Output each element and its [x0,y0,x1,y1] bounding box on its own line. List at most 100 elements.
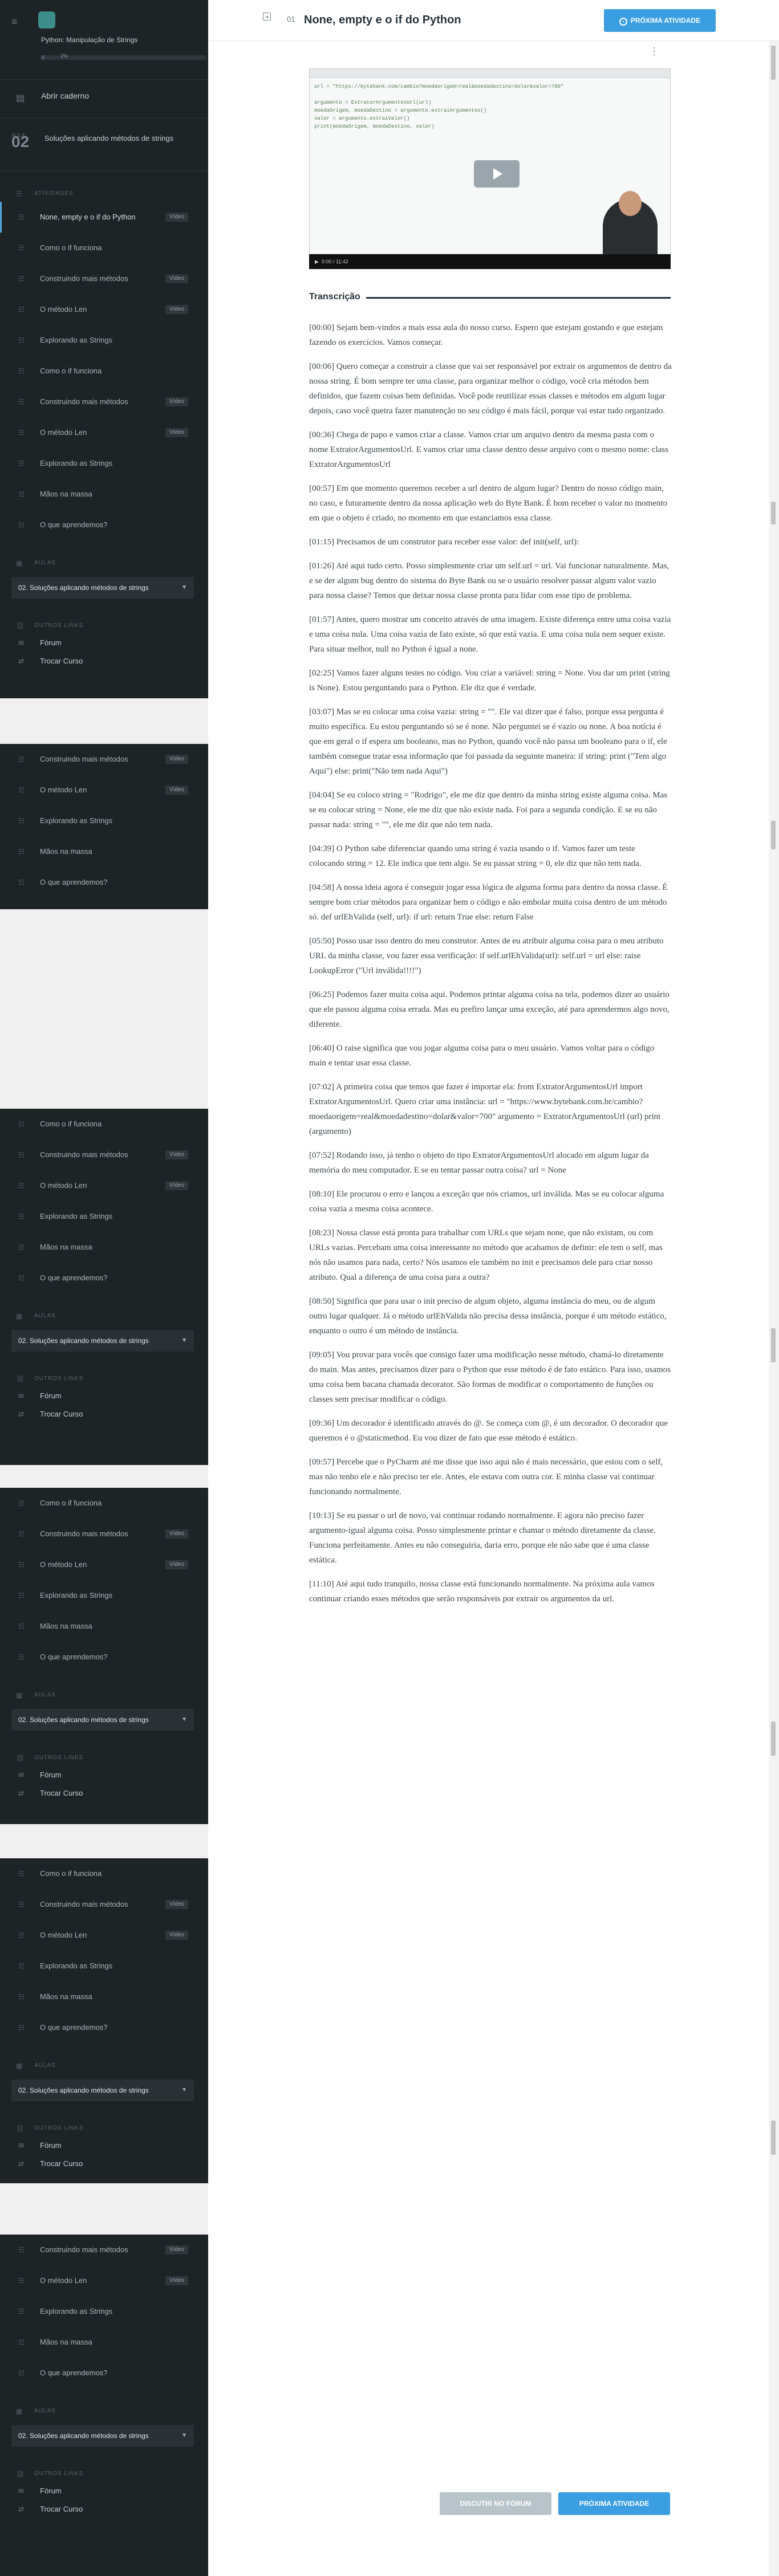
activity-item[interactable]: ☷ Explorando as Strings [0,805,208,836]
next-activity-button[interactable]: › PRÓXIMA ATIVIDADE [604,9,716,32]
activity-label: Construindo mais métodos [40,755,128,763]
activity-item[interactable]: ☷ None, empty e o if do Python Vídeo [0,202,208,233]
activity-item[interactable]: ☷ O método Len Vídeo [0,417,208,448]
switch-course-link[interactable]: ⇄ Trocar Curso [0,2155,208,2173]
transcript-paragraph: [00:36] Chega de papo e vamos criar a cl… [309,430,668,469]
activity-item[interactable]: ☷ Explorando as Strings [0,1951,208,1981]
transcript-paragraph: [04:04] Se eu coloco string = "Rodrigo",… [309,791,668,829]
activity-item[interactable]: ☷ Construindo mais métodos Vídeo [0,744,208,775]
activity-item[interactable]: ☷ O método Len Vídeo [0,2265,208,2296]
activity-icon: ☷ [18,1592,25,1600]
activity-item[interactable]: ☷ O que aprendemos? [0,1642,208,1672]
activity-item[interactable]: ☷ Mãos na massa [0,1981,208,2012]
activity-item[interactable]: ☷ O que aprendemos? [0,1263,208,1293]
activity-item[interactable]: ☷ Como o if funciona [0,1488,208,1519]
collapse-sidebar-icon[interactable]: ◂ [263,13,271,21]
other-links-heading-label: OUTROS LINKS [34,1376,84,1382]
forum-link[interactable]: ✉ Fórum [0,1387,208,1405]
activity-label: Mãos na massa [40,490,92,498]
activity-item[interactable]: ☷ O que aprendemos? [0,2358,208,2388]
activity-item[interactable]: ☷ Explorando as Strings [0,448,208,479]
other-links-heading: ⛓ OUTROS LINKS [0,2466,208,2482]
activity-item[interactable]: ☷ Mãos na massa [0,2327,208,2358]
scrollbar-thumb[interactable] [771,46,776,80]
lesson-select[interactable]: 02. Soluções aplicando métodos de string… [11,2425,194,2447]
more-options-icon[interactable]: ⋮ [649,46,659,58]
activity-item[interactable]: ☷ O método Len Vídeo [0,294,208,325]
activity-item[interactable]: ☷ Explorando as Strings [0,1201,208,1232]
activity-icon: ☷ [18,275,25,283]
video-player[interactable]: url = "https://bytebank.com/cambio?moeda… [309,68,671,269]
video-frame: url = "https://bytebank.com/cambio?moeda… [309,68,671,255]
activity-item[interactable]: ☷ Construindo mais métodos Vídeo [0,1519,208,1549]
next-activity-bottom-button[interactable]: PRÓXIMA ATIVIDADE [558,2492,670,2515]
open-notebook-link[interactable]: ▤ Abrir caderno [0,80,208,119]
activity-item[interactable]: ☷ Como o if funciona [0,1858,208,1889]
play-icon[interactable]: ▶ [315,259,319,264]
video-badge: Vídeo [165,1560,189,1569]
activity-item[interactable]: ☷ O que aprendemos? [0,867,208,898]
activity-title: None, empty e o if do Python [304,14,461,26]
lesson-select[interactable]: 02. Soluções aplicando métodos de string… [11,577,194,599]
discuss-forum-button[interactable]: DISCUTIR NO FÓRUM [440,2492,551,2515]
lesson-select-value: 02. Soluções aplicando métodos de string… [18,1337,149,1345]
activity-item[interactable]: ☷ Explorando as Strings [0,2296,208,2327]
forum-link[interactable]: ✉ Fórum [0,2137,208,2155]
activity-label: None, empty e o if do Python [40,213,136,221]
activity-item[interactable]: ☷ O que aprendemos? [0,2012,208,2043]
forum-icon: ✉ [18,1771,25,1779]
activity-item[interactable]: ☷ O que aprendemos? [0,510,208,540]
activity-icon: ☷ [18,306,25,314]
switch-course-link-label: Trocar Curso [40,1410,83,1418]
lessons-heading: ▦ AULAS [0,1308,208,1324]
forum-icon: ✉ [18,639,25,647]
activity-item[interactable]: ☷ Como o if funciona [0,1109,208,1140]
activity-item[interactable]: ☷ Explorando as Strings [0,325,208,356]
forum-link-label: Fórum [40,1771,62,1779]
switch-course-link[interactable]: ⇄ Trocar Curso [0,2500,208,2518]
lesson-select[interactable]: 02. Soluções aplicando métodos de string… [11,2079,194,2101]
forum-link[interactable]: ✉ Fórum [0,2482,208,2500]
activity-item[interactable]: ☷ Mãos na massa [0,1611,208,1642]
switch-course-link[interactable]: ⇄ Trocar Curso [0,652,208,670]
menu-icon[interactable]: ≡ [11,16,18,28]
activity-item[interactable]: ☷ Construindo mais métodos Vídeo [0,2235,208,2265]
lessons-heading: ▦ AULAS [0,1687,208,1703]
main-content: ⋮ url = "https://bytebank.com/cambio?moe… [208,41,779,2576]
activity-item[interactable]: ☷ Mãos na massa [0,479,208,510]
lesson-select[interactable]: 02. Soluções aplicando métodos de string… [11,1330,194,1352]
activity-item[interactable]: ☷ Construindo mais métodos Vídeo [0,1140,208,1170]
activity-item[interactable]: ☷ Mãos na massa [0,1232,208,1263]
lesson-select[interactable]: 02. Soluções aplicando métodos de string… [11,1709,194,1731]
code-line: url = "https://bytebank.com/cambio?moeda… [314,84,564,89]
play-button[interactable] [474,160,520,188]
video-controls[interactable]: ▶ 0:00 / 11:42 [309,254,671,269]
other-links-heading-label: OUTROS LINKS [34,2125,84,2131]
activity-icon: ☷ [18,490,25,498]
lesson-select-value: 02. Soluções aplicando métodos de string… [18,2086,149,2094]
switch-course-link[interactable]: ⇄ Trocar Curso [0,1405,208,1423]
activity-item[interactable]: ☷ O método Len Vídeo [0,1549,208,1580]
forum-link[interactable]: ✉ Fórum [0,1766,208,1784]
activity-item[interactable]: ☷ O método Len Vídeo [0,1920,208,1951]
chevron-down-icon: ▼ [181,1337,187,1344]
forum-link[interactable]: ✉ Fórum [0,634,208,652]
activity-item[interactable]: ☷ O método Len Vídeo [0,775,208,805]
switch-course-link[interactable]: ⇄ Trocar Curso [0,1784,208,1802]
activity-item[interactable]: ☷ Construindo mais métodos Vídeo [0,263,208,294]
activity-item[interactable]: ☷ Como o if funciona [0,356,208,386]
activity-item[interactable]: ☷ O método Len Vídeo [0,1170,208,1201]
activity-item[interactable]: ☷ Mãos na massa [0,836,208,867]
sidebar-header: ≡ Python: Manipulação de Strings 2% [0,0,208,80]
forum-icon: ✉ [18,2142,25,2150]
activity-item[interactable]: ☷ Construindo mais métodos Vídeo [0,386,208,417]
scrollbar[interactable] [769,41,779,2576]
activity-icon: ☷ [18,336,25,344]
activity-icon: ☷ [18,2369,25,2377]
activity-item[interactable]: ☷ Explorando as Strings [0,1580,208,1611]
transcript-title: Transcrição [309,292,366,302]
link-icon: ⛓ [16,2470,26,2478]
activity-item[interactable]: ☷ Como o if funciona [0,233,208,263]
activity-item[interactable]: ☷ Construindo mais métodos Vídeo [0,1889,208,1920]
course-logo [38,11,55,29]
